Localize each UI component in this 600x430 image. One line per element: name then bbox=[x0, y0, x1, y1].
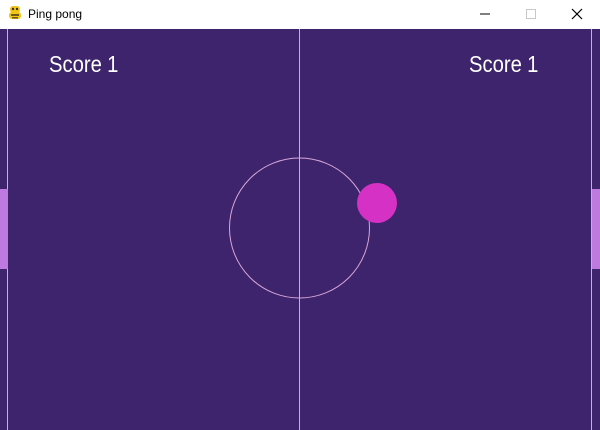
right-score-value: 1 bbox=[527, 51, 539, 77]
court bbox=[0, 29, 600, 430]
window-title: Ping pong bbox=[28, 7, 83, 21]
left-score-value: 1 bbox=[107, 51, 119, 77]
maximize-icon bbox=[526, 9, 536, 19]
python-snake-icon bbox=[7, 5, 23, 21]
app-window: Ping pong Score 1 Score 1 bbox=[0, 0, 600, 430]
minimize-button[interactable] bbox=[462, 0, 508, 28]
left-score-label: Score bbox=[49, 51, 102, 77]
close-icon bbox=[571, 8, 583, 20]
right-score-label: Score bbox=[469, 51, 522, 77]
ball bbox=[357, 183, 397, 223]
left-score: Score 1 bbox=[49, 51, 118, 77]
left-paddle bbox=[0, 189, 8, 269]
close-button[interactable] bbox=[554, 0, 600, 28]
title-bar[interactable]: Ping pong bbox=[0, 0, 600, 28]
right-paddle bbox=[592, 189, 600, 269]
game-canvas[interactable]: Score 1 Score 1 bbox=[0, 29, 600, 430]
minimize-icon bbox=[480, 9, 490, 19]
right-score: Score 1 bbox=[469, 51, 538, 77]
maximize-button[interactable] bbox=[508, 0, 554, 28]
